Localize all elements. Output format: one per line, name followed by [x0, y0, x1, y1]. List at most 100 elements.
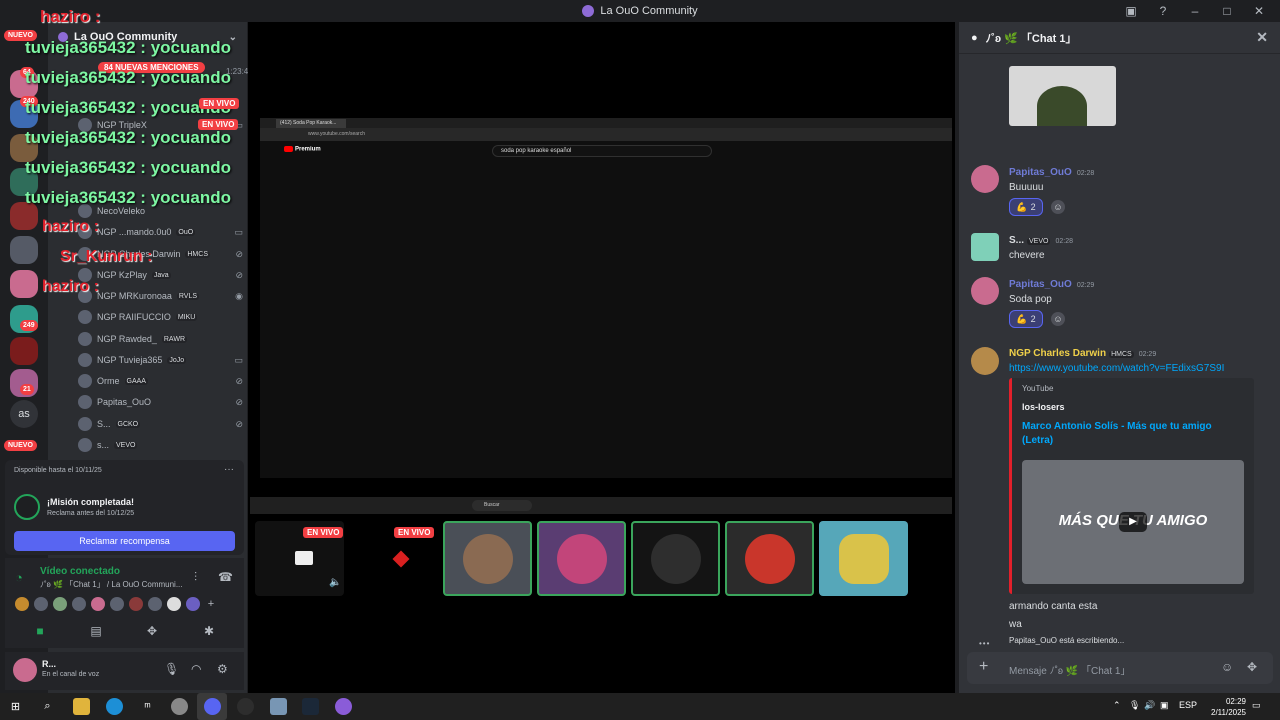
message-author[interactable]: S... VEVO 02:28	[1009, 235, 1073, 246]
volume-icon[interactable]: 🔊	[1144, 700, 1155, 711]
avatar[interactable]	[15, 597, 29, 611]
avatar[interactable]	[971, 165, 999, 193]
steam-icon[interactable]	[302, 698, 319, 715]
apps-icon[interactable]: ✥	[1247, 660, 1257, 674]
avatar[interactable]	[971, 347, 999, 375]
avatar[interactable]	[13, 658, 37, 682]
noise-suppression-icon[interactable]: ⫶	[194, 570, 197, 585]
inbox-icon[interactable]: ▣	[1124, 4, 1138, 18]
voice-user[interactable]: NGP Tuvieja365 JoJo ▭	[78, 350, 243, 370]
tray-chevron-icon[interactable]: ⌃	[1113, 700, 1121, 711]
message-author[interactable]: Papitas_OuO 02:28	[1009, 167, 1094, 178]
stream-tile[interactable]: EN VIVO 🔈	[255, 521, 344, 596]
voice-user[interactable]: NGP ...mando.0u0 OuO ▭	[78, 222, 243, 242]
avatar[interactable]	[110, 597, 124, 611]
play-icon[interactable]: ▶	[1119, 512, 1147, 532]
microphone-icon[interactable]: 🎙	[164, 662, 179, 676]
add-icon[interactable]: +	[204, 597, 218, 611]
message-author[interactable]: Papitas_OuO 02:29	[1009, 279, 1094, 290]
voice-user[interactable]: NGP KzPlay Java ⊘	[78, 265, 243, 285]
microphone-tray-icon[interactable]: 🎙	[1129, 700, 1140, 711]
signal-icon[interactable]: ◔	[15, 570, 23, 585]
headphones-icon[interactable]: ◠	[191, 662, 201, 676]
browser-tab-bar: (412) Soda Pop Karaok...	[260, 118, 952, 128]
avatar-tile[interactable]	[537, 521, 626, 596]
disconnect-icon[interactable]: ☎	[218, 570, 233, 584]
embed-author[interactable]: los-losers	[1022, 402, 1065, 412]
video-tile[interactable]	[819, 521, 908, 596]
clock[interactable]: 02:29 2/11/2025	[1211, 696, 1246, 718]
activities-icon[interactable]: ✥	[145, 624, 159, 638]
message-input[interactable]: Mensaje ﾉ˚ʚ 🌿 「Chat 1」	[1009, 662, 1130, 677]
screen-share-icon[interactable]: ▤	[89, 624, 103, 638]
close-icon[interactable]: ✕	[1256, 29, 1268, 46]
network-icon[interactable]: ▣	[1160, 700, 1169, 711]
user-name[interactable]: R...	[42, 659, 56, 669]
add-attachment-icon[interactable]: +	[979, 658, 988, 676]
notifications-icon[interactable]: ▭	[1252, 700, 1261, 711]
close-window-button[interactable]: ✕	[1252, 4, 1266, 18]
maximize-button[interactable]: □	[1220, 4, 1234, 18]
more-options-icon[interactable]: ···	[224, 464, 234, 475]
embed-thumbnail[interactable]: MÁS QUE TU AMIGO ▶	[1022, 460, 1244, 584]
file-explorer-icon[interactable]	[73, 698, 90, 715]
app-icon[interactable]	[335, 698, 352, 715]
message-author[interactable]: NGP Charles Darwin HMCS 02:29	[1009, 348, 1156, 359]
embed-title[interactable]: Marco Antonio Solís - Más que tu amigo (…	[1022, 420, 1242, 448]
message-composer[interactable]: + Mensaje ﾉ˚ʚ 🌿 「Chat 1」 ☺ ✥	[967, 652, 1273, 684]
reaction-button[interactable]: 💪 2	[1009, 310, 1043, 328]
voice-channel-path[interactable]: ﾉ˚ʚ 🌿 「Chat 1」 / La OuO Communi...	[40, 579, 183, 590]
reaction-button[interactable]: 💪 2	[1009, 198, 1043, 216]
avatar[interactable]	[72, 597, 86, 611]
video-tile[interactable]	[443, 521, 532, 596]
obs-icon[interactable]	[237, 698, 254, 715]
message-link[interactable]: https://www.youtube.com/watch?v=FEdixsG7…	[1009, 363, 1224, 374]
avatar[interactable]	[91, 597, 105, 611]
emoji-icon[interactable]: ☺	[1221, 660, 1233, 674]
avatar[interactable]	[53, 597, 67, 611]
claim-reward-button[interactable]: Reclamar recompensa	[14, 531, 235, 551]
server-icon[interactable]	[10, 270, 38, 298]
avatar[interactable]	[148, 597, 162, 611]
minimize-button[interactable]: –	[1188, 4, 1202, 18]
voice-user[interactable]: s... VEVO	[78, 435, 243, 455]
app-icon[interactable]	[270, 698, 287, 715]
voice-user[interactable]: Orme GAAA ⊘	[78, 371, 243, 391]
voice-user[interactable]: NGP MRKuronoaa RVLS ◉	[78, 286, 243, 306]
voice-user-name: NGP RAIIFUCCIO	[97, 312, 171, 322]
voice-user[interactable]: S... GCKO ⊘	[78, 414, 243, 434]
windows-start-icon[interactable]: ⊞	[7, 698, 24, 715]
gear-icon[interactable]: ⚙	[217, 662, 228, 676]
message-image[interactable]	[1009, 66, 1116, 126]
avatar[interactable]	[971, 277, 999, 305]
server-text-icon[interactable]: as	[10, 400, 38, 428]
avatar-tile[interactable]	[725, 521, 814, 596]
search-icon[interactable]: ⌕	[39, 698, 56, 715]
avatar[interactable]	[971, 233, 999, 261]
soundboard-icon[interactable]: ✱	[202, 624, 216, 638]
avatar[interactable]	[167, 597, 181, 611]
stream-stage[interactable]: (412) Soda Pop Karaok... www.youtube.com…	[248, 22, 955, 693]
server-icon[interactable]	[10, 236, 38, 264]
video-tile[interactable]	[631, 521, 720, 596]
help-icon[interactable]: ?	[1156, 4, 1170, 18]
voice-user[interactable]: NGP RAIIFUCCIO MIKU	[78, 307, 243, 327]
stream-tile[interactable]: EN VIVO	[349, 521, 438, 596]
app-icon[interactable]	[171, 698, 188, 715]
message-time: 02:29	[1076, 282, 1095, 289]
voice-user[interactable]: Papitas_OuO ⊘	[78, 392, 243, 412]
server-icon[interactable]	[10, 337, 38, 365]
add-reaction-icon[interactable]: ☺	[1051, 200, 1065, 214]
avatar[interactable]	[186, 597, 200, 611]
camera-icon[interactable]: ■	[33, 624, 47, 638]
volume-muted-icon[interactable]: 🔈	[329, 577, 341, 588]
avatar[interactable]	[34, 597, 48, 611]
language-indicator[interactable]: ESP	[1179, 700, 1197, 710]
voice-status[interactable]: Vídeo conectado	[40, 566, 120, 577]
edge-icon[interactable]	[106, 698, 123, 715]
add-reaction-icon[interactable]: ☺	[1051, 312, 1065, 326]
avatar[interactable]	[129, 597, 143, 611]
app-icon[interactable]: ᵐ	[139, 698, 156, 715]
discord-icon[interactable]	[204, 698, 221, 715]
voice-user[interactable]: NGP Rawded_ RAWR	[78, 329, 243, 349]
